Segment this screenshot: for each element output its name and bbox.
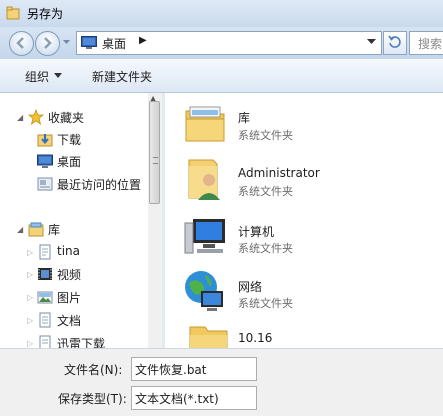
file-item[interactable]: 库 系统文件夹 [183,101,433,151]
filetype-select[interactable]: 文本文档(*.txt) [131,386,257,410]
command-toolbar [0,59,443,93]
file-item[interactable]: 网络 系统文件夹 [183,269,433,319]
file-item[interactable]: Administrator 系统文件夹 [183,156,433,206]
library-icon [28,222,44,237]
user-folder-icon [188,159,220,200]
collapse-triangle-icon[interactable]: ◢ [17,113,23,122]
thunder-library-icon [39,335,51,348]
navigation-pane: ◢ 收藏夹 下载 桌面 最近访问的位置 ◢ 库 ▷ tina ▷ 视频 ▷ 图片… [0,93,162,348]
back-button[interactable] [9,31,34,56]
back-arrow-icon [16,37,24,49]
library-folder-icon [185,106,225,142]
file-type: 系统文件夹 [238,185,293,198]
window-title: 另存为 [27,7,64,21]
nav-pictures-label: 图片 [57,291,82,305]
nav-libraries[interactable]: ◢ 库 [0,218,148,240]
breadcrumb-chevron-icon[interactable]: ▶ [139,35,147,46]
picture-library-icon [37,291,53,304]
organize-button[interactable]: 组织 [25,68,49,85]
title-bar: 另存为 [0,0,443,27]
nav-favorites[interactable]: ◢ 收藏夹 [0,106,148,128]
collapse-triangle-icon[interactable]: ◢ [17,225,23,234]
nav-desktop[interactable]: 桌面 [0,150,148,172]
nav-thunder-label: 迅雷下载 [57,337,106,348]
address-location[interactable]: 桌面 [102,35,126,52]
filename-value: 文件恢复.bat [135,363,207,377]
filename-input[interactable]: 文件恢复.bat [131,357,257,381]
file-name: 计算机 [238,225,275,239]
document-library-icon [39,244,51,260]
file-item[interactable]: 计算机 系统文件夹 [183,213,433,263]
search-input[interactable]: 搜索 [409,31,443,55]
refresh-button[interactable] [383,31,407,55]
filename-label: 文件名(N): [64,363,123,377]
filetype-value: 文本文档(*.txt) [135,392,219,406]
nav-videos[interactable]: ▷ 视频 [0,263,148,285]
desktop-icon [37,154,53,168]
computer-icon [184,219,225,254]
address-dropdown-icon[interactable] [367,38,376,46]
recent-places-icon [37,177,53,191]
nav-pictures[interactable]: ▷ 图片 [0,286,148,308]
history-dropdown-icon[interactable] [62,38,71,47]
video-library-icon [38,268,52,280]
desktop-icon [81,36,97,49]
expand-triangle-icon[interactable]: ▷ [27,270,33,279]
nav-recent-places[interactable]: 最近访问的位置 [0,173,148,195]
nav-tina[interactable]: ▷ tina [0,241,148,263]
refresh-icon [388,35,401,48]
nav-videos-label: 视频 [57,268,82,282]
nav-documents[interactable]: ▷ 文档 [0,309,148,331]
nav-desktop-label: 桌面 [57,155,82,169]
file-name: 网络 [238,280,263,294]
star-icon [28,109,44,125]
folder-icon [189,326,228,348]
new-folder-button[interactable]: 新建文件夹 [92,68,152,85]
grip-icon [153,157,158,164]
nav-tina-label: tina [57,244,80,258]
file-name: 10.16 [238,331,273,345]
nav-thunder-downloads[interactable]: ▷ 迅雷下载 [0,332,148,348]
file-name: Administrator [238,166,320,180]
expand-triangle-icon[interactable]: ▷ [27,248,33,257]
save-dialog-icon [6,6,20,20]
nav-libraries-label: 库 [48,223,61,237]
expand-triangle-icon[interactable]: ▷ [27,293,33,302]
nav-favorites-label: 收藏夹 [48,111,85,125]
network-icon [185,271,223,311]
nav-downloads-label: 下载 [57,133,82,147]
file-type: 系统文件夹 [238,129,293,142]
file-list: 库 系统文件夹 Administrator 系统文件夹 计算机 系统文件夹 网络… [165,93,443,348]
save-fields-panel: 文件名(N): 文件恢复.bat 保存类型(T): 文本文档(*.txt) [0,348,443,416]
downloads-folder-icon [37,134,53,147]
forward-button[interactable] [35,31,60,56]
search-placeholder: 搜索 [418,37,443,51]
forward-arrow-icon [44,37,52,49]
organize-dropdown-icon[interactable] [54,73,62,79]
nav-recent-label: 最近访问的位置 [57,178,142,192]
file-name: 库 [238,111,251,125]
file-type: 系统文件夹 [238,297,293,310]
address-bar[interactable]: 桌面 ▶ [76,31,382,55]
documents-library-icon [39,312,51,328]
nav-scrollbar[interactable]: ▲ [148,93,162,348]
filetype-label: 保存类型(T): [58,392,127,406]
file-type: 系统文件夹 [238,242,293,255]
expand-triangle-icon[interactable]: ▷ [27,316,33,325]
nav-documents-label: 文档 [57,314,82,328]
expand-triangle-icon[interactable]: ▷ [27,339,33,348]
nav-scrollbar-thumb[interactable] [149,101,160,204]
file-item[interactable]: 10.16 [183,323,433,348]
nav-downloads[interactable]: 下载 [0,128,148,150]
